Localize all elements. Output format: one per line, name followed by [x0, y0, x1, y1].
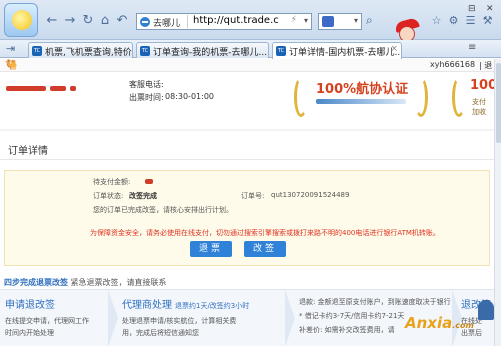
sun-icon: [12, 10, 32, 30]
search-engine-icon: [322, 16, 334, 27]
laurel-icon: [452, 77, 466, 117]
tab-list-icon[interactable]: ≡: [468, 42, 476, 53]
redacted-amount: [145, 179, 153, 184]
top-strip: 🐫 xyh666168 | 退: [0, 59, 494, 72]
minimize-button[interactable]: ⊟: [468, 4, 476, 14]
search-dropdown-icon[interactable]: ▾: [354, 16, 358, 25]
search-engine-box[interactable]: ▾: [318, 13, 362, 30]
watermark: Anxia.com: [405, 314, 474, 332]
search-icon[interactable]: ⌕: [366, 13, 373, 28]
scroll-thumb[interactable]: [496, 63, 501, 143]
step-agent: 代理商处理 退票约1天/改签约3小时 处理退票申请/核实航位，计算相关费 用，完成…: [122, 300, 250, 337]
address-bar[interactable]: 去哪儿 http://qut.trade.c ⚡ ▾: [136, 13, 312, 30]
page-content: 🐫 xyh666168 | 退 客服电话: 出票时间: 08:30-01:00 …: [0, 59, 494, 346]
tab-favicon-icon: [32, 46, 42, 56]
steps-title: 四步完成退票改签 紧急退票改签，请直接联系: [4, 277, 167, 288]
page-title: 订单详情: [8, 146, 48, 157]
redacted-logo: [6, 86, 46, 91]
order-number: qut130720091524489: [271, 191, 350, 199]
completion-message: 您的订单已完成改签，请核心安排出行计划。: [93, 206, 233, 214]
menu-icon[interactable]: ☰: [464, 14, 477, 27]
phone-label: 客服电话:: [129, 80, 164, 89]
settings-icon[interactable]: ⚒: [481, 14, 494, 27]
title-row: 订单详情: [0, 138, 494, 160]
amount-label: 待支付金额:: [93, 178, 131, 186]
tab-bar: ⇥ 机票,飞机票查询,特价机票... 订单查询-我的机票-去哪儿... 订单详情…: [0, 40, 501, 59]
step-apply: 申请退改签 在线提交申请，代理网工作 时间内开始处理: [5, 300, 89, 337]
vertical-scrollbar[interactable]: [494, 59, 501, 346]
tools-icon[interactable]: ⚙: [447, 14, 460, 27]
username[interactable]: xyh666168: [430, 60, 475, 69]
tab-close-icon[interactable]: ×: [390, 44, 398, 54]
site-header: 客服电话: 出票时间: 08:30-01:00 100%航协认证 100 支付 …: [0, 73, 494, 131]
tab-flights-search[interactable]: 机票,飞机票查询,特价机票...: [28, 42, 133, 58]
lightning-icon[interactable]: ⚡: [291, 15, 297, 25]
laurel-icon: [294, 77, 308, 117]
address-dropdown-icon[interactable]: ▾: [304, 16, 308, 25]
steps-title-sub: 紧急退票改签，请直接联系: [70, 278, 167, 287]
browser-toolbar: ← → ↻ ⌂ ↶ 去哪儿 http://qut.trade.c ⚡ ▾ ▾ ⌕…: [0, 0, 501, 40]
hours-value: 08:30-01:00: [165, 92, 214, 101]
browser-logo[interactable]: [4, 3, 38, 37]
close-window-button[interactable]: ✕: [486, 4, 494, 14]
address-url[interactable]: http://qut.trade.c: [193, 15, 279, 26]
tab-sidebar-toggle-icon[interactable]: ⇥: [6, 42, 15, 55]
hours-label: 出票时间:: [129, 93, 164, 102]
redacted-logo: [50, 86, 66, 91]
site-icon: [140, 17, 150, 27]
security-warning: 为保障资金安全，请务必使用在线支付，切勿通过搜索引擎搜索或拨打来路不明的400电…: [90, 229, 440, 237]
steps-title-main: 四步完成退票改签: [4, 278, 68, 287]
tab-order-detail[interactable]: 订单详情-国内机票-去哪儿... ×: [272, 42, 402, 59]
logout-link[interactable]: | 退: [479, 60, 492, 71]
camel-logo-icon[interactable]: 🐫: [5, 60, 17, 71]
address-mode: 去哪儿: [153, 19, 181, 29]
redacted-logo: [70, 86, 76, 91]
forward-icon[interactable]: →: [62, 14, 78, 28]
back-icon[interactable]: ←: [44, 14, 60, 28]
status-label: 订单状态:: [93, 192, 124, 200]
tab-favicon-icon: [276, 46, 286, 56]
status-value: 改签完成: [129, 192, 157, 200]
reload-icon[interactable]: ↻: [80, 14, 96, 28]
order-info-box: 待支付金额: 订单状态: 改签完成 订单号: qut13072009152448…: [4, 170, 490, 266]
tab-order-query[interactable]: 订单查询-我的机票-去哪儿...: [136, 42, 269, 58]
undo-icon[interactable]: ↶: [114, 14, 130, 28]
watermark-person-icon: [478, 300, 494, 320]
refund-button[interactable]: 退票: [190, 241, 232, 257]
order-label: 订单号:: [241, 192, 265, 200]
favorites-icon[interactable]: ☆: [430, 14, 443, 27]
tab-favicon-icon: [140, 46, 150, 56]
home-icon[interactable]: ⌂: [97, 14, 113, 28]
laurel-icon: [414, 77, 428, 117]
change-button[interactable]: 改签: [244, 241, 286, 257]
